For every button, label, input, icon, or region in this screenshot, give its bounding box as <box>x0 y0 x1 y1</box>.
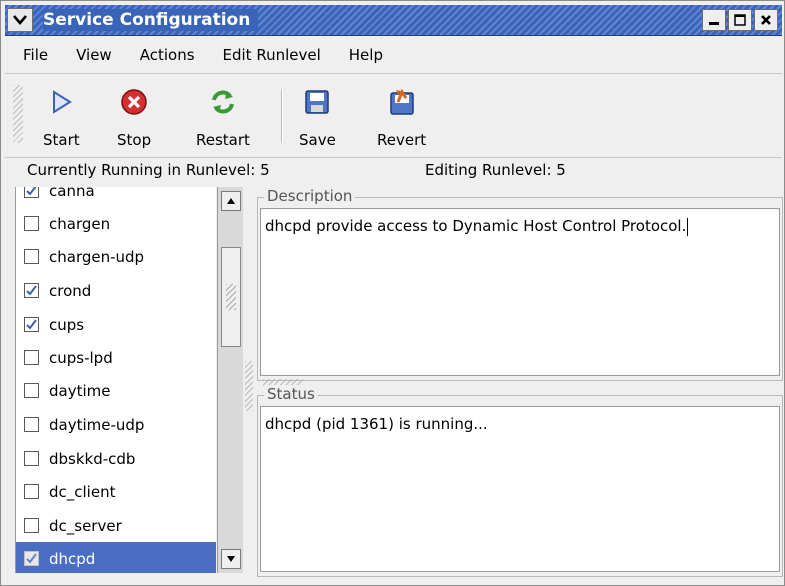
close-icon <box>761 15 771 25</box>
service-checkbox-crond[interactable] <box>24 283 39 298</box>
window-title: Service Configuration <box>43 9 259 31</box>
service-checkbox-dc-server[interactable] <box>24 518 39 533</box>
pane-splitter-handle[interactable] <box>245 361 253 411</box>
menu-actions[interactable]: Actions <box>126 46 209 64</box>
service-name: dbskkd-cdb <box>49 449 136 468</box>
service-configuration-window: Service Configuration File View Actions … <box>0 0 785 586</box>
maximize-icon <box>734 14 746 26</box>
service-name: dhcpd <box>49 549 96 568</box>
checkmark-icon <box>26 553 37 564</box>
service-item-dc-server[interactable]: dc_server <box>16 509 216 542</box>
description-frame: Description dhcpd provide access to Dyna… <box>257 187 783 381</box>
service-item-daytime-udp[interactable]: daytime-udp <box>16 408 216 441</box>
minimize-icon <box>709 22 719 25</box>
service-name: chargen <box>49 214 111 233</box>
play-icon <box>53 90 73 114</box>
service-item-dc-client[interactable]: dc_client <box>16 475 216 508</box>
menu-help[interactable]: Help <box>335 46 397 64</box>
restart-label: Restart <box>196 131 250 149</box>
title-bar[interactable]: Service Configuration <box>5 5 782 36</box>
menu-edit-runlevel[interactable]: Edit Runlevel <box>209 46 335 64</box>
service-name: dc_server <box>49 516 122 535</box>
menu-view[interactable]: View <box>62 46 126 64</box>
stop-label: Stop <box>117 131 152 149</box>
service-checkbox-cups[interactable] <box>24 317 39 332</box>
service-name: cups <box>49 315 85 334</box>
revert-label: Revert <box>377 131 427 149</box>
scroll-thumb[interactable] <box>221 247 241 347</box>
checkmark-icon <box>26 285 37 296</box>
service-item-cups[interactable]: cups <box>16 308 216 341</box>
service-name: daytime-udp <box>49 415 145 434</box>
service-item-chargen[interactable]: chargen <box>16 207 216 240</box>
save-label: Save <box>299 131 336 149</box>
status-text: dhcpd (pid 1361) is running... <box>265 415 488 433</box>
save-button[interactable]: Save <box>299 81 336 153</box>
service-item-cups-lpd[interactable]: cups-lpd <box>16 341 216 374</box>
checkmark-icon <box>26 319 37 330</box>
service-checkbox-cups-lpd[interactable] <box>24 350 39 365</box>
service-checkbox-chargen[interactable] <box>24 216 39 231</box>
scroll-down-button[interactable] <box>221 549 241 569</box>
service-checkbox-daytime-udp[interactable] <box>24 417 39 432</box>
start-button[interactable]: Start <box>43 81 80 153</box>
revert-icon <box>389 88 414 115</box>
chevron-down-icon <box>13 15 27 25</box>
description-text: dhcpd provide access to Dynamic Host Con… <box>265 217 687 235</box>
service-item-daytime[interactable]: daytime <box>16 374 216 407</box>
service-item-chargen-udp[interactable]: chargen-udp <box>16 240 216 273</box>
toolbar-separator <box>281 89 283 143</box>
service-checkbox-canna[interactable] <box>24 187 39 198</box>
maximize-button[interactable] <box>728 9 752 31</box>
toolbar: Start Stop Restart Save Revert <box>5 75 782 158</box>
start-label: Start <box>43 131 80 149</box>
restart-icon <box>211 90 234 114</box>
arrow-down-icon <box>227 556 235 562</box>
service-list[interactable]: canna chargen chargen-udp crond cups cup… <box>15 187 216 573</box>
service-item-dhcpd[interactable]: dhcpd <box>16 542 216 573</box>
checkmark-icon <box>26 187 37 196</box>
service-name: canna <box>49 187 95 200</box>
service-list-scrollbar[interactable] <box>217 187 243 573</box>
service-name: daytime <box>49 381 111 400</box>
status-label: Status <box>264 385 318 403</box>
restart-button[interactable]: Restart <box>196 81 250 153</box>
description-text-area[interactable]: dhcpd provide access to Dynamic Host Con… <box>260 208 780 376</box>
current-runlevel-text: Currently Running in Runlevel: 5 <box>27 161 270 179</box>
status-frame: Status dhcpd (pid 1361) is running... <box>257 385 783 577</box>
service-name: dc_client <box>49 482 116 501</box>
window-menu-button[interactable] <box>7 8 33 32</box>
service-name: crond <box>49 281 92 300</box>
service-checkbox-chargen-udp[interactable] <box>24 249 39 264</box>
service-item-canna[interactable]: canna <box>16 187 216 207</box>
service-item-crond[interactable]: crond <box>16 274 216 307</box>
minimize-button[interactable] <box>702 9 726 31</box>
service-checkbox-daytime[interactable] <box>24 383 39 398</box>
menu-bar: File View Actions Edit Runlevel Help <box>5 37 782 74</box>
close-button[interactable] <box>754 9 778 31</box>
service-item-dbskkd-cdb[interactable]: dbskkd-cdb <box>16 442 216 475</box>
menu-file[interactable]: File <box>5 46 62 64</box>
description-label: Description <box>264 187 356 205</box>
scroll-up-button[interactable] <box>221 191 241 211</box>
floppy-disk-icon <box>305 90 330 114</box>
revert-button[interactable]: Revert <box>377 81 426 153</box>
stop-button[interactable]: Stop <box>117 81 151 153</box>
service-name: cups-lpd <box>49 348 113 367</box>
stop-icon <box>121 89 147 115</box>
service-name: chargen-udp <box>49 247 145 266</box>
editing-runlevel-text: Editing Runlevel: 5 <box>425 161 566 179</box>
service-checkbox-dc-client[interactable] <box>24 484 39 499</box>
arrow-up-icon <box>227 198 235 204</box>
service-checkbox-dhcpd[interactable] <box>24 551 39 566</box>
toolbar-grip[interactable] <box>13 85 23 143</box>
text-caret <box>687 217 689 236</box>
status-text-area[interactable]: dhcpd (pid 1361) is running... <box>260 406 780 572</box>
service-checkbox-dbskkd-cdb[interactable] <box>24 451 39 466</box>
